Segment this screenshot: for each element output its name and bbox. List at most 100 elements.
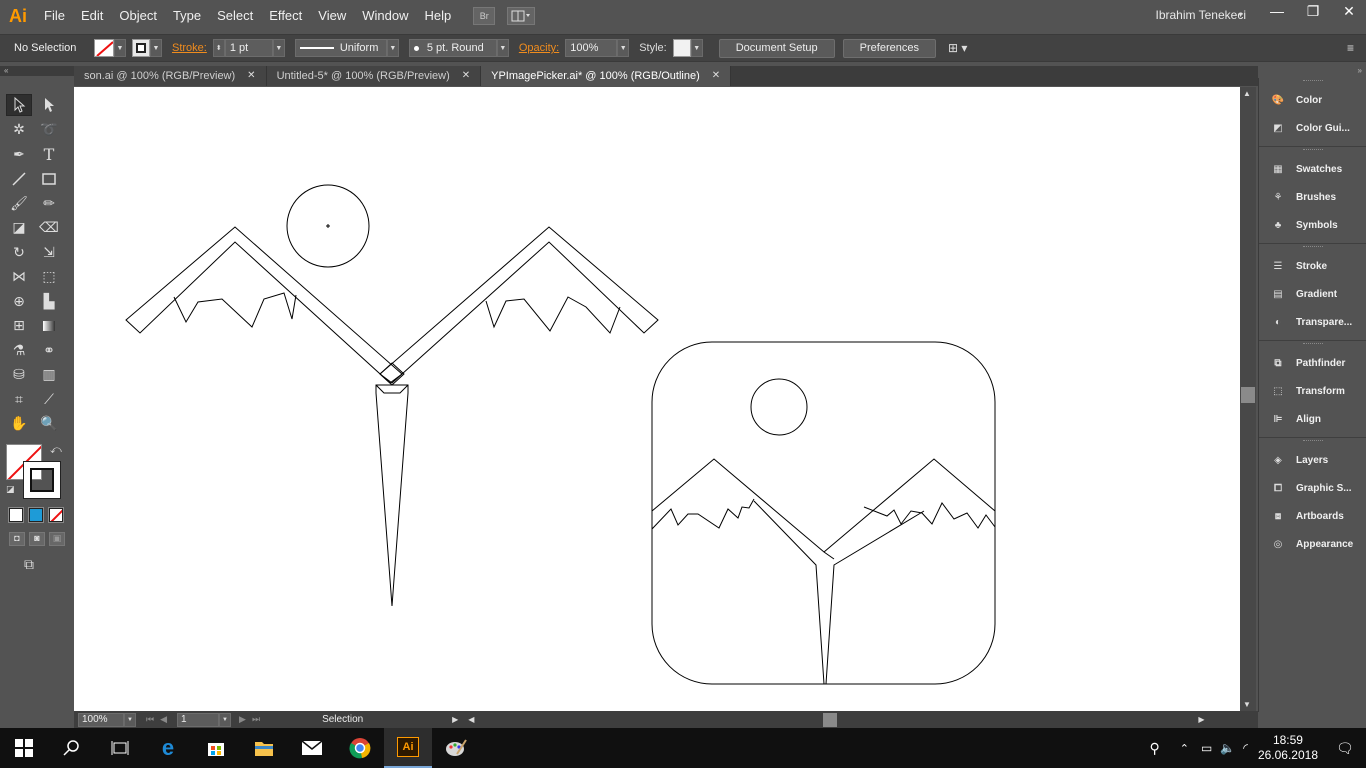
shape-builder-tool-icon[interactable]: ⊕ — [6, 290, 32, 312]
type-tool-icon[interactable]: T — [36, 143, 62, 165]
panel-brushes[interactable]: ⚘ Brushes — [1259, 183, 1366, 211]
notifications-icon[interactable]: 🗨 — [1336, 740, 1366, 757]
zoom-tool-icon[interactable]: 🔍 — [36, 413, 62, 435]
close-icon[interactable]: ✕ — [712, 66, 720, 86]
store-icon[interactable] — [192, 728, 240, 768]
rectangle-tool-icon[interactable] — [36, 168, 62, 190]
tab-untitled-5[interactable]: Untitled-5* @ 100% (RGB/Preview) ✕ — [266, 66, 482, 86]
stroke-label[interactable]: Stroke: — [172, 42, 207, 54]
transform-options-icon[interactable]: ⊞ ▾ — [948, 41, 967, 55]
menu-type[interactable]: Type — [165, 0, 209, 32]
taskbar-clock[interactable]: 18:59 26.06.2018 — [1258, 733, 1318, 763]
scroll-thumb[interactable] — [1241, 387, 1255, 403]
panel-grip[interactable] — [1303, 149, 1323, 152]
bridge-button[interactable]: Br — [473, 7, 496, 25]
panel-layers[interactable]: ◈ Layers — [1259, 446, 1366, 474]
close-icon[interactable]: ✕ — [1332, 0, 1366, 22]
scroll-down-icon[interactable]: ▼ — [1243, 700, 1251, 709]
artboard-nav-prev-icon[interactable]: ⏮◀ — [146, 714, 173, 725]
line-segment-tool-icon[interactable] — [6, 168, 32, 190]
symbol-sprayer-tool-icon[interactable]: ⛁ — [6, 364, 32, 386]
opacity-dropdown-icon[interactable]: ▼ — [617, 39, 630, 57]
free-transform-tool-icon[interactable]: ⬚ — [36, 266, 62, 288]
lasso-tool-icon[interactable]: ➰ — [36, 119, 62, 141]
profile-dropdown-icon[interactable]: ▼ — [386, 39, 399, 57]
status-menu-icon[interactable]: ▶ — [452, 715, 458, 724]
artboard-tool-icon[interactable]: ⌗ — [6, 388, 32, 410]
file-explorer-icon[interactable] — [240, 728, 288, 768]
tab-ypimagepicker[interactable]: YPImagePicker.ai* @ 100% (RGB/Outline) ✕ — [481, 66, 732, 86]
panel-gradient[interactable]: ▤ Gradient — [1259, 280, 1366, 308]
collapse-toolbox-icon[interactable]: « — [0, 66, 74, 76]
menu-view[interactable]: View — [310, 0, 354, 32]
menu-select[interactable]: Select — [209, 0, 261, 32]
close-icon[interactable]: ✕ — [247, 66, 255, 86]
fill-swatch[interactable] — [94, 39, 114, 57]
panel-symbols[interactable]: ♣ Symbols — [1259, 211, 1366, 239]
scroll-right-icon[interactable]: ▶ — [1198, 715, 1204, 724]
panel-transparency[interactable]: ◐ Transpare... — [1259, 308, 1366, 336]
stroke-swatch[interactable] — [132, 39, 150, 57]
default-fill-stroke-icon[interactable]: ◪ — [6, 484, 15, 495]
paint-app-icon[interactable] — [432, 728, 480, 768]
windows-start-icon[interactable] — [0, 728, 48, 768]
artboard-dropdown-icon[interactable]: ▼ — [219, 712, 232, 727]
blob-brush-tool-icon[interactable]: ◪ — [6, 217, 32, 239]
fill-dropdown-icon[interactable]: ▼ — [114, 39, 126, 57]
mail-icon[interactable] — [288, 728, 336, 768]
panel-grip[interactable] — [1303, 440, 1323, 443]
width-tool-icon[interactable]: ⋈ — [6, 266, 32, 288]
panel-grip[interactable] — [1303, 343, 1323, 346]
artboard-canvas[interactable] — [74, 87, 1240, 711]
pen-tool-icon[interactable]: ✒ — [6, 143, 32, 165]
panel-pathfinder[interactable]: ⧉ Pathfinder — [1259, 349, 1366, 377]
gradient-tool-icon[interactable] — [36, 315, 62, 337]
panel-color[interactable]: 🎨 Color — [1259, 86, 1366, 114]
menu-help[interactable]: Help — [416, 0, 459, 32]
search-icon[interactable] — [48, 728, 96, 768]
menu-object[interactable]: Object — [111, 0, 165, 32]
pencil-tool-icon[interactable]: ✏ — [36, 192, 62, 214]
none-mode-icon[interactable] — [48, 507, 64, 523]
people-icon[interactable]: ⚲ — [1150, 740, 1160, 757]
document-setup-button[interactable]: Document Setup — [718, 38, 835, 58]
network-icon[interactable]: ◜ — [1243, 741, 1248, 755]
panel-transform[interactable]: ⬚ Transform — [1259, 377, 1366, 405]
paintbrush-tool-icon[interactable]: 🖌 — [6, 192, 32, 214]
arrange-documents-icon[interactable] — [507, 7, 536, 25]
perspective-grid-tool-icon[interactable]: ▙ — [36, 290, 62, 312]
panel-grip[interactable] — [1303, 80, 1323, 83]
collapse-panels-icon[interactable]: » — [1358, 66, 1362, 75]
panel-color-guide[interactable]: ◩ Color Gui... — [1259, 114, 1366, 142]
panel-appearance[interactable]: ◎ Appearance — [1259, 530, 1366, 558]
user-chevron-icon[interactable]: ▼ — [1237, 12, 1244, 19]
menu-file[interactable]: File — [36, 0, 73, 32]
battery-icon[interactable]: ▭ — [1201, 741, 1212, 755]
menu-effect[interactable]: Effect — [261, 0, 310, 32]
tab-son[interactable]: son.ai @ 100% (RGB/Preview) ✕ — [74, 66, 267, 86]
eyedropper-tool-icon[interactable]: ⚗ — [6, 339, 32, 361]
gradient-mode-icon[interactable] — [28, 507, 44, 523]
control-panel-menu-icon[interactable]: ≡ — [1347, 41, 1354, 55]
zoom-field[interactable]: 100% — [78, 712, 124, 727]
preferences-button[interactable]: Preferences — [842, 38, 936, 58]
user-account-name[interactable]: Ibrahim Tenekeci — [1156, 0, 1247, 30]
stroke-swatch-dropdown-icon[interactable]: ▼ — [150, 39, 162, 57]
show-hidden-icons-icon[interactable]: ⌃ — [1180, 742, 1189, 755]
graphic-style-swatch[interactable] — [672, 39, 691, 57]
minimize-icon[interactable]: — — [1260, 0, 1294, 22]
menu-edit[interactable]: Edit — [73, 0, 111, 32]
chrome-icon[interactable] — [336, 728, 384, 768]
stroke-weight-stepper[interactable]: ⬍ — [212, 39, 225, 57]
screen-mode-icon[interactable]: ⧉ — [24, 556, 34, 573]
stroke-color-box[interactable] — [23, 461, 61, 499]
brush-definition[interactable]: 5 pt. Round — [408, 39, 497, 57]
panel-graphic-styles[interactable]: ⧠ Graphic S... — [1259, 474, 1366, 502]
panel-stroke[interactable]: ☰ Stroke — [1259, 252, 1366, 280]
draw-normal-icon[interactable]: ◘ — [9, 532, 25, 546]
direct-selection-tool-icon[interactable] — [36, 94, 62, 116]
column-graph-tool-icon[interactable]: ▥ — [36, 364, 62, 386]
rotate-tool-icon[interactable]: ↻ — [6, 241, 32, 263]
illustrator-taskbar-icon[interactable]: Ai — [384, 728, 432, 768]
horizontal-scrollbar[interactable] — [478, 712, 1198, 727]
